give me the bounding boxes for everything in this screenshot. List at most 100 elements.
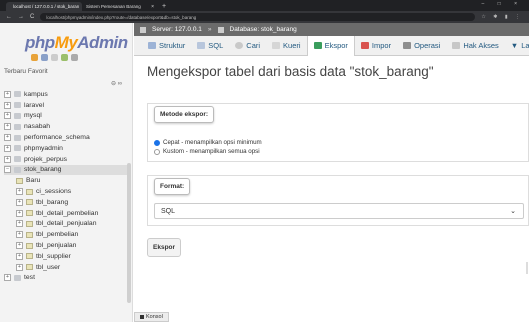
tab-sql[interactable]: SQL xyxy=(191,36,229,56)
radio-custom-input[interactable] xyxy=(154,148,160,155)
db-item-test[interactable]: + test xyxy=(4,273,128,284)
sql-icon xyxy=(197,42,206,49)
database-icon xyxy=(14,91,21,98)
query-icon xyxy=(272,42,281,49)
export-button[interactable]: Ekspor xyxy=(147,238,182,257)
sidebar-scrollbar[interactable] xyxy=(127,163,131,303)
table-item[interactable]: + tbl_pembelian xyxy=(4,229,128,240)
expand-icon[interactable]: + xyxy=(4,155,11,163)
console-button[interactable]: Konsol xyxy=(134,312,169,322)
expand-icon[interactable]: + xyxy=(4,144,11,152)
close-icon[interactable]: × xyxy=(151,4,154,10)
db-item-kampus[interactable]: + kampus xyxy=(4,89,128,100)
database-tree: + kampus + laravel + mysql + nasabah + perfor… xyxy=(4,89,128,283)
export-method-legend: Metode ekspor: xyxy=(154,105,215,123)
breadcrumb-server[interactable]: Server: 127.0.0.1 xyxy=(152,26,202,33)
tab-label: Sistem Pemesanan Barang xyxy=(86,4,141,9)
expand-icon[interactable]: + xyxy=(16,220,23,228)
browser-tab-phpmyadmin[interactable]: localhost / 127.0.0.1 / stok_baran × xyxy=(6,2,82,11)
format-legend: Format: xyxy=(154,177,191,195)
db-item-nasabah[interactable]: + nasabah xyxy=(4,121,128,132)
new-tab-button[interactable]: + xyxy=(162,2,166,11)
tab-ekspor[interactable]: Ekspor xyxy=(306,35,355,56)
table-item[interactable]: + ci_sessions xyxy=(4,186,128,197)
expand-icon[interactable]: + xyxy=(16,231,23,239)
collapse-all-icon[interactable]: ⊖ ∞ xyxy=(111,80,122,87)
tab-label: localhost / 127.0.0.1 / stok_baran xyxy=(13,4,80,9)
import-icon xyxy=(360,42,369,49)
table-icon xyxy=(26,210,33,217)
table-icon xyxy=(26,264,33,271)
db-item-performance-schema[interactable]: + performance_schema xyxy=(4,132,128,143)
table-icon xyxy=(26,242,33,249)
radio-quick-input[interactable] xyxy=(154,139,160,146)
db-item-projek-perpus[interactable]: + projek_perpus xyxy=(4,154,128,165)
reload-icon[interactable]: C xyxy=(30,14,34,20)
expand-icon[interactable]: + xyxy=(16,242,23,250)
table-item[interactable]: + tbl_detail_pembelian xyxy=(4,208,128,219)
expand-icon[interactable]: + xyxy=(16,252,23,260)
database-icon xyxy=(14,274,21,281)
db-item-stok-barang[interactable]: − stok_barang xyxy=(4,164,128,176)
db-item-laravel[interactable]: + laravel xyxy=(4,100,128,111)
tab-hak-akses[interactable]: Hak Akses xyxy=(446,36,504,56)
db-item-mysql[interactable]: + mysql xyxy=(4,111,128,122)
table-item[interactable]: + tbl_supplier xyxy=(4,251,128,262)
extensions-icon[interactable]: ☆ ✱ ▮ ⋮ xyxy=(481,14,523,20)
database-icon xyxy=(14,112,21,119)
tab-kueri[interactable]: Kueri xyxy=(266,36,307,56)
expand-icon[interactable]: + xyxy=(16,209,23,217)
database-icon xyxy=(14,166,21,173)
browser-tabbar: localhost / 127.0.0.1 / stok_baran × Sis… xyxy=(0,0,529,11)
expand-icon[interactable]: + xyxy=(16,263,23,271)
expand-icon[interactable]: + xyxy=(4,123,11,131)
url-field[interactable]: localhost/phpmyadmin/index.php?route=/da… xyxy=(40,13,476,21)
sidebar-quick-icons xyxy=(31,54,78,61)
exit-icon[interactable] xyxy=(41,54,48,61)
table-item[interactable]: + tbl_penjualan xyxy=(4,240,128,251)
export-method-section: Metode ekspor: Cepat - menampilkan opsi … xyxy=(147,103,529,162)
table-item[interactable]: + tbl_user xyxy=(4,262,128,273)
table-item[interactable]: + tbl_barang xyxy=(4,197,128,208)
expand-icon[interactable]: + xyxy=(16,188,23,196)
radio-quick[interactable]: Cepat - menampilkan opsi minimum xyxy=(148,138,528,147)
window-controls[interactable]: – □ × xyxy=(482,1,524,7)
back-icon[interactable]: ← xyxy=(6,14,12,20)
tab-operasi[interactable]: Operasi xyxy=(397,36,446,56)
table-item-new[interactable]: Baru xyxy=(4,175,128,186)
page-scrollbar[interactable] xyxy=(526,262,528,274)
export-icon xyxy=(313,42,322,49)
table-item[interactable]: + tbl_detail_penjualan xyxy=(4,219,128,230)
wrench-icon xyxy=(403,42,412,49)
new-table-icon xyxy=(16,177,23,184)
db-item-phpmyadmin[interactable]: + phpmyadmin xyxy=(4,143,128,154)
search-icon xyxy=(235,42,244,49)
tab-struktur[interactable]: Struktur xyxy=(142,36,191,56)
tab-impor[interactable]: Impor xyxy=(355,36,397,56)
expand-icon[interactable]: + xyxy=(4,101,11,109)
forward-icon[interactable]: → xyxy=(18,14,24,20)
docs-icon[interactable] xyxy=(61,54,68,61)
collapse-icon[interactable]: − xyxy=(4,166,11,174)
expand-icon[interactable]: + xyxy=(4,274,11,282)
table-icon xyxy=(26,253,33,260)
format-select[interactable]: SQL ⌄ xyxy=(154,203,524,219)
expand-icon[interactable]: + xyxy=(4,112,11,120)
tab-more[interactable]: ▼ La xyxy=(505,36,529,56)
table-icon xyxy=(26,220,33,227)
tab-cari[interactable]: Cari xyxy=(229,36,266,56)
database-icon xyxy=(14,156,21,163)
database-icon xyxy=(217,26,224,33)
home-icon[interactable] xyxy=(31,54,38,61)
settings-icon[interactable] xyxy=(71,54,78,61)
recent-favorites[interactable]: Terbaru Favorit xyxy=(4,68,48,75)
database-icon xyxy=(14,102,21,109)
expand-icon[interactable]: + xyxy=(4,90,11,98)
breadcrumb-database[interactable]: Database: stok_barang xyxy=(230,26,297,33)
expand-icon[interactable]: + xyxy=(16,198,23,206)
browser-tab-sistem[interactable]: Sistem Pemesanan Barang × xyxy=(82,2,158,11)
help-icon[interactable] xyxy=(51,54,58,61)
expand-icon[interactable]: + xyxy=(4,134,11,142)
radio-custom[interactable]: Kustom - menampilkan semua opsi xyxy=(148,147,528,156)
phpmyadmin-logo[interactable]: phpMyAdmin xyxy=(25,33,128,53)
